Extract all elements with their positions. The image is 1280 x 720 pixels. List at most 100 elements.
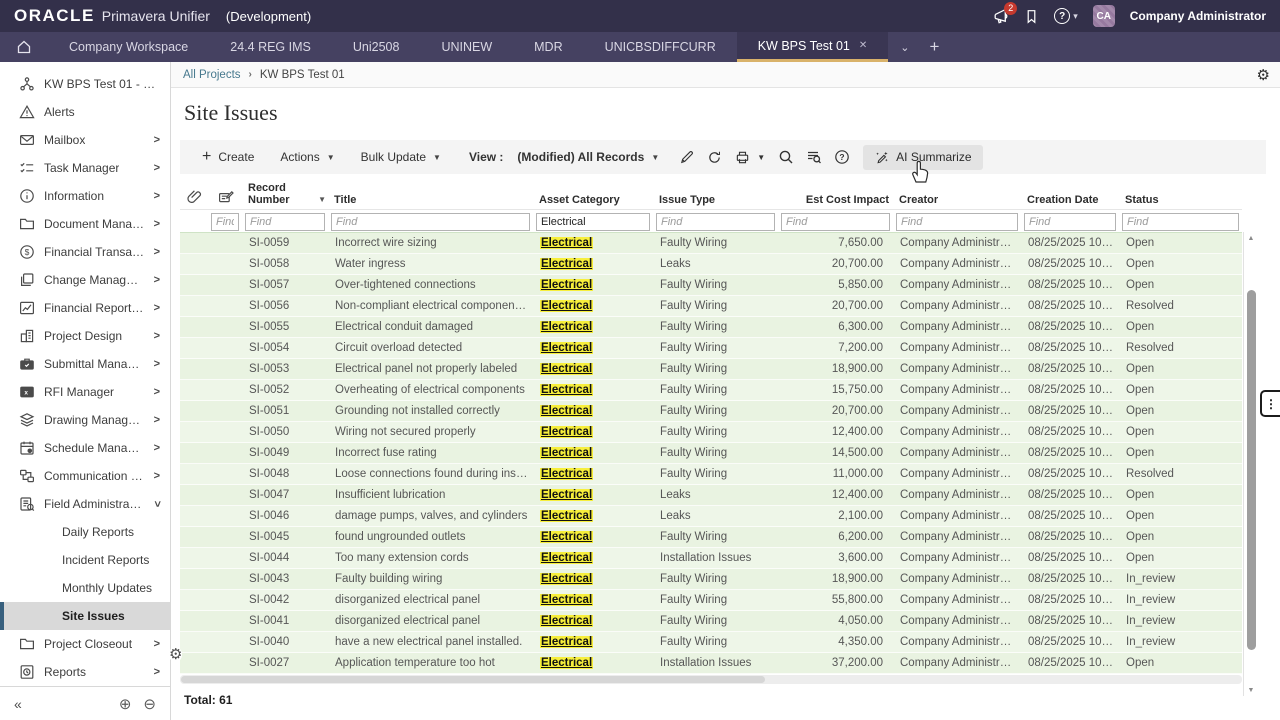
asset-category-link[interactable]: Electrical: [540, 489, 593, 501]
search-icon[interactable]: [773, 144, 799, 170]
column-header-record-number[interactable]: Record Number▼: [242, 182, 328, 209]
sidebar-item-alerts[interactable]: Alerts: [0, 98, 170, 126]
asset-category-link[interactable]: Electrical: [540, 510, 593, 522]
zoom-in-icon[interactable]: ⊕: [119, 695, 132, 713]
horizontal-scrollbar-thumb[interactable]: [181, 676, 765, 683]
sidebar-item-submittal-manager[interactable]: Submittal Manager>: [0, 350, 170, 378]
linked-record-icon[interactable]: [208, 189, 242, 209]
asset-category-link[interactable]: Electrical: [540, 363, 593, 375]
asset-category-link[interactable]: Electrical: [540, 321, 593, 333]
horizontal-scrollbar[interactable]: [180, 675, 1242, 684]
scrollbar-thumb[interactable]: [1247, 290, 1256, 650]
table-row[interactable]: SI-0055Electrical conduit damagedElectri…: [180, 317, 1242, 338]
asset-category-link[interactable]: Electrical: [540, 384, 593, 396]
help-icon[interactable]: ? ▾: [1054, 8, 1078, 24]
tab-24-4-reg-ims[interactable]: 24.4 REG IMS: [209, 32, 332, 62]
asset-category-link[interactable]: Electrical: [540, 657, 593, 669]
sidebar-collapse-icon[interactable]: «: [14, 696, 22, 712]
table-row[interactable]: SI-0054Circuit overload detectedElectric…: [180, 338, 1242, 359]
sidebar-item-project-design[interactable]: Project Design>: [0, 322, 170, 350]
chevron-down-icon[interactable]: >: [151, 501, 163, 507]
zoom-out-icon[interactable]: ⊖: [143, 695, 156, 713]
chevron-right-icon[interactable]: >: [154, 246, 160, 258]
tab-company-workspace[interactable]: Company Workspace: [48, 32, 209, 62]
sidebar-item-daily-reports[interactable]: Daily Reports: [0, 518, 170, 546]
sidebar-item-field-administration[interactable]: Field Administration>: [0, 490, 170, 518]
table-row[interactable]: SI-0052Overheating of electrical compone…: [180, 380, 1242, 401]
filter-est_cost_impact-input[interactable]: [781, 213, 890, 231]
asset-category-link[interactable]: Electrical: [540, 552, 593, 564]
sidebar-item-project-closeout[interactable]: Project Closeout>: [0, 630, 170, 658]
table-row[interactable]: SI-0051Grounding not installed correctly…: [180, 401, 1242, 422]
chevron-right-icon[interactable]: >: [154, 162, 160, 174]
column-header-creation-date[interactable]: Creation Date: [1021, 194, 1119, 209]
sidebar-item-financial-reporting[interactable]: Financial Reporting>: [0, 294, 170, 322]
view-selector[interactable]: (Modified) All Records▼: [505, 145, 671, 169]
sidebar-item-document-manager[interactable]: Document Manager>: [0, 210, 170, 238]
ai-summarize-button[interactable]: AI Summarize: [863, 145, 982, 170]
sort-desc-icon[interactable]: ▼: [318, 194, 326, 206]
side-panel-expander[interactable]: ⋮: [1260, 390, 1280, 417]
column-header-status[interactable]: Status: [1119, 194, 1242, 209]
asset-category-link[interactable]: Electrical: [540, 594, 593, 606]
column-header-est-cost-impact[interactable]: Est Cost Impact: [778, 194, 893, 209]
table-row[interactable]: SI-0047Insufficient lubricationElectrica…: [180, 485, 1242, 506]
table-row[interactable]: SI-0050Wiring not secured properlyElectr…: [180, 422, 1242, 443]
sidebar-item-reports[interactable]: Reports>: [0, 658, 170, 686]
chevron-right-icon[interactable]: >: [154, 638, 160, 650]
sidebar-item-financial-transactions[interactable]: $Financial Transactions>: [0, 238, 170, 266]
find-in-list-icon[interactable]: [801, 144, 827, 170]
sidebar-item-schedule-manager[interactable]: Schedule Manager>: [0, 434, 170, 462]
table-row[interactable]: SI-0048Loose connections found during in…: [180, 464, 1242, 485]
tab-mdr[interactable]: MDR: [513, 32, 583, 62]
chevron-right-icon[interactable]: >: [154, 218, 160, 230]
chevron-right-icon[interactable]: >: [154, 330, 160, 342]
sidebar-item-drawing-management[interactable]: Drawing Management>: [0, 406, 170, 434]
asset-category-link[interactable]: Electrical: [540, 342, 593, 354]
scroll-down-icon[interactable]: ▼: [1244, 684, 1258, 696]
scroll-up-icon[interactable]: ▲: [1244, 232, 1258, 244]
gear-icon[interactable]: ⚙: [1257, 66, 1270, 84]
chevron-right-icon[interactable]: >: [154, 190, 160, 202]
table-row[interactable]: SI-0042disorganized electrical panelElec…: [180, 590, 1242, 611]
help-circle-icon[interactable]: ?: [829, 144, 855, 170]
table-row[interactable]: SI-0040have a new electrical panel insta…: [180, 632, 1242, 653]
column-header-asset-category[interactable]: Asset Category: [533, 194, 653, 209]
filter-title-input[interactable]: [331, 213, 530, 231]
breadcrumb-all-projects[interactable]: All Projects: [183, 69, 241, 81]
column-header-creator[interactable]: Creator: [893, 194, 1021, 209]
filter-record_number-input[interactable]: [245, 213, 325, 231]
asset-category-link[interactable]: Electrical: [540, 237, 593, 249]
filter-creator-input[interactable]: [896, 213, 1018, 231]
sidebar-item-monthly-updates[interactable]: Monthly Updates: [0, 574, 170, 602]
chevron-down-icon[interactable]: ▼: [757, 153, 765, 162]
sidebar-item-task-manager[interactable]: Task Manager>: [0, 154, 170, 182]
chevron-right-icon[interactable]: >: [154, 442, 160, 454]
bookmark-icon[interactable]: [1024, 9, 1039, 24]
tab-overflow-icon[interactable]: ⌄: [900, 41, 909, 54]
chevron-right-icon[interactable]: >: [154, 386, 160, 398]
chevron-right-icon[interactable]: >: [154, 666, 160, 678]
filter-status-input[interactable]: [1122, 213, 1239, 231]
tab-uni2508[interactable]: Uni2508: [332, 32, 421, 62]
add-tab-icon[interactable]: +: [930, 37, 940, 57]
asset-category-link[interactable]: Electrical: [540, 426, 593, 438]
asset-category-link[interactable]: Electrical: [540, 405, 593, 417]
table-row[interactable]: SI-0056Non-compliant electrical componen…: [180, 296, 1242, 317]
home-icon[interactable]: [0, 32, 48, 62]
refresh-icon[interactable]: [701, 144, 727, 170]
chevron-right-icon[interactable]: >: [154, 414, 160, 426]
asset-category-link[interactable]: Electrical: [540, 279, 593, 291]
sidebar-item-site-issues[interactable]: Site Issues: [0, 602, 170, 630]
table-row[interactable]: SI-0059Incorrect wire sizingElectricalFa…: [180, 233, 1242, 254]
table-row[interactable]: SI-0041disorganized electrical panelElec…: [180, 611, 1242, 632]
vertical-scrollbar[interactable]: ▲ ▼: [1243, 232, 1258, 696]
filter-creation_date-input[interactable]: [1024, 213, 1116, 231]
asset-category-link[interactable]: Electrical: [540, 531, 593, 543]
filter-issue_type-input[interactable]: [656, 213, 775, 231]
filter-asset_category-input[interactable]: [536, 213, 650, 231]
table-row[interactable]: SI-0058Water ingressElectricalLeaks20,70…: [180, 254, 1242, 275]
printer-icon[interactable]: [729, 144, 755, 170]
chevron-right-icon[interactable]: >: [154, 274, 160, 286]
grid-settings-gear-icon[interactable]: ⚙: [169, 647, 182, 662]
